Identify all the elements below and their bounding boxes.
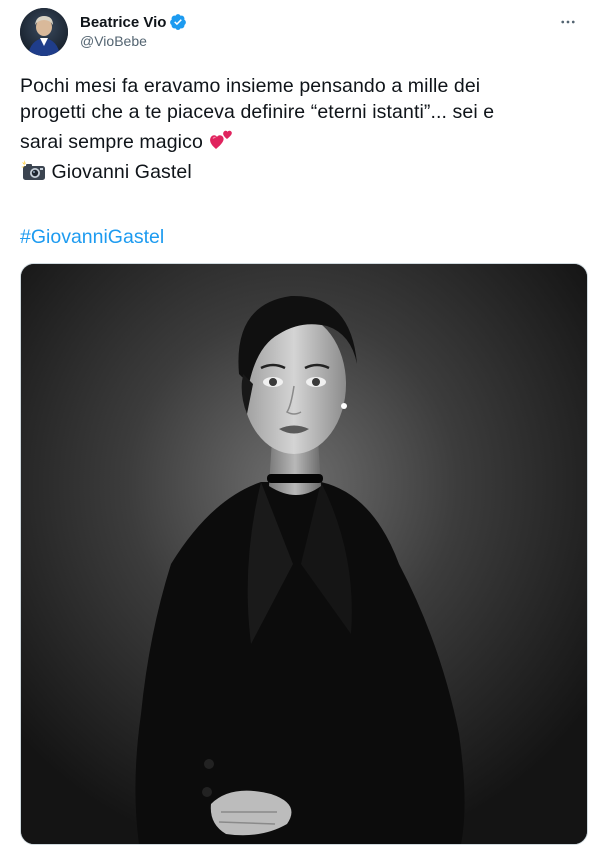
photo-credit: Giovanni Gastel — [51, 160, 192, 183]
tweet-line-text: sarai sempre magico — [20, 131, 203, 153]
tweet-line: Pochi mesi fa eravamo insieme pensando a… — [20, 75, 481, 97]
avatar[interactable] — [20, 8, 68, 56]
hashtag-link[interactable]: #GiovanniGastel — [20, 226, 164, 249]
display-name-row: Beatrice Vio — [80, 12, 187, 32]
portrait-photo — [21, 264, 587, 844]
more-horizontal-icon[interactable] — [556, 10, 580, 34]
tweet: Beatrice Vio @VioBebe Pochi mesi fa erav… — [0, 0, 593, 845]
tweet-header: Beatrice Vio @VioBebe — [20, 8, 580, 56]
tweet-photo[interactable] — [20, 263, 588, 845]
verified-badge-icon — [169, 13, 187, 31]
tweet-line: progetti che a te piaceva definire “eter… — [20, 100, 495, 123]
tweet-line: Giovanni Gastel — [20, 159, 580, 189]
two-hearts-emoji — [208, 125, 236, 159]
handle[interactable]: @VioBebe — [80, 33, 187, 49]
tweet-line: sarai sempre magico — [20, 125, 580, 159]
camera-with-flash-emoji — [20, 159, 46, 189]
tweet-text: Pochi mesi fa eravamo insieme pensando a… — [20, 74, 580, 188]
display-name[interactable]: Beatrice Vio — [80, 14, 166, 31]
author-names: Beatrice Vio @VioBebe — [80, 12, 187, 49]
